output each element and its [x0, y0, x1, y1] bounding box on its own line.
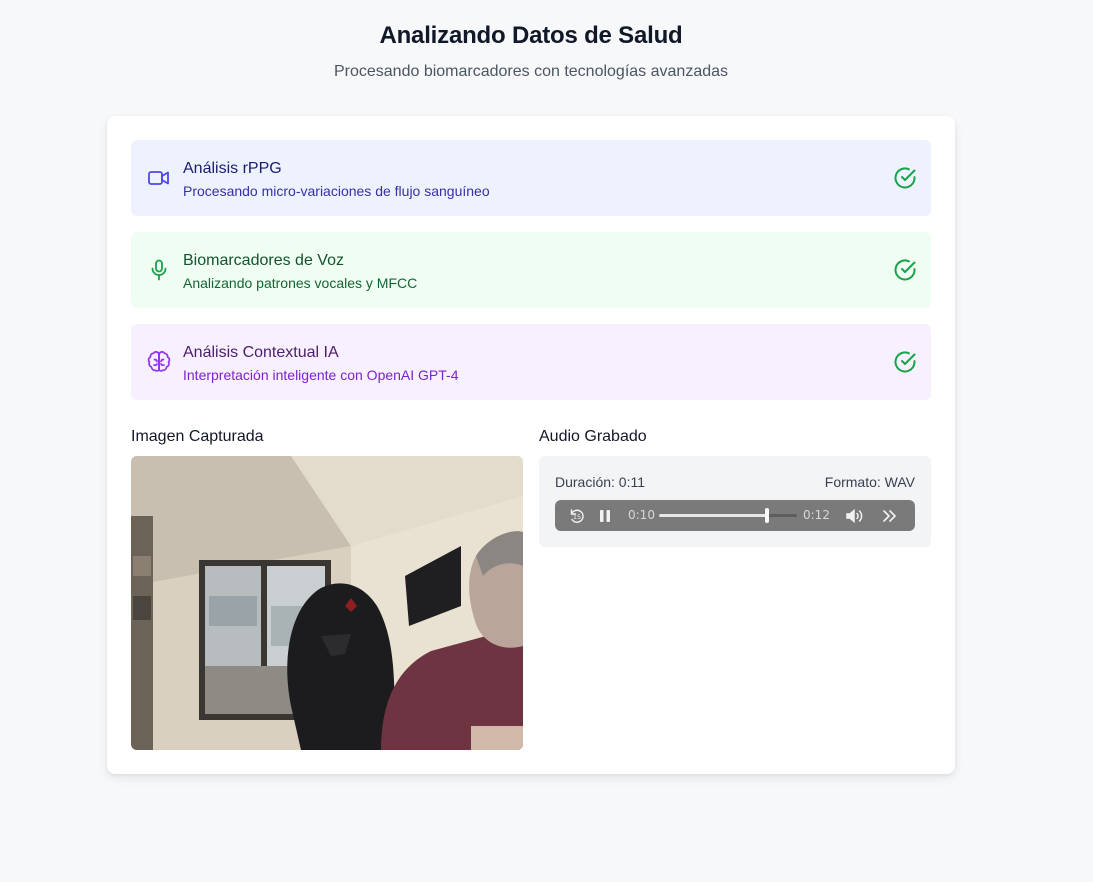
step-description: Interpretación inteligente con OpenAI GP…: [183, 367, 459, 383]
total-time: 0:12: [803, 508, 830, 522]
seek-bar[interactable]: [659, 508, 797, 523]
volume-icon[interactable]: [844, 506, 864, 526]
step-label: Análisis Contextual IA: [183, 344, 339, 361]
page-subtitle: Procesando biomarcadores con tecnologías…: [333, 63, 729, 80]
captured-image-title: Imagen Capturada: [131, 428, 264, 445]
fast-forward-icon[interactable]: [880, 506, 900, 526]
seek-thumb[interactable]: [765, 508, 769, 523]
microphone-icon: [151, 259, 167, 281]
captured-photo: [131, 456, 523, 750]
step-description: Procesando micro-variaciones de flujo sa…: [183, 183, 490, 199]
check-circle-icon: [894, 167, 916, 189]
svg-text:15: 15: [573, 513, 581, 521]
audio-player: 15 0:10 0:12: [555, 500, 915, 531]
video-camera-icon: [148, 171, 169, 185]
step-description: Analizando patrones vocales y MFCC: [183, 275, 418, 291]
replay-15-icon[interactable]: 15: [567, 506, 587, 526]
pause-icon[interactable]: [595, 506, 615, 526]
seek-bar-progress: [659, 514, 767, 517]
current-time: 0:10: [628, 508, 655, 522]
captured-photo-image: [131, 456, 523, 750]
check-circle-icon: [894, 351, 916, 373]
audio-format: Formato: WAV: [824, 474, 915, 490]
step-rppg: Análisis rPPG Procesando micro-variacion…: [131, 140, 931, 216]
page-title: Analizando Datos de Salud: [379, 22, 683, 49]
step-voice: Biomarcadores de Voz Analizando patrones…: [131, 232, 931, 308]
audio-box: Duración: 0:11 Formato: WAV 15 0:10 0:12: [539, 456, 931, 547]
brain-icon: [147, 351, 171, 372]
audio-duration: Duración: 0:11: [555, 474, 646, 490]
analysis-card: Análisis rPPG Procesando micro-variacion…: [107, 116, 955, 774]
recorded-audio-title: Audio Grabado: [539, 428, 647, 445]
step-ai-context: Análisis Contextual IA Interpretación in…: [131, 324, 931, 400]
step-label: Análisis rPPG: [183, 160, 282, 177]
check-circle-icon: [894, 259, 916, 281]
step-label: Biomarcadores de Voz: [183, 252, 344, 269]
